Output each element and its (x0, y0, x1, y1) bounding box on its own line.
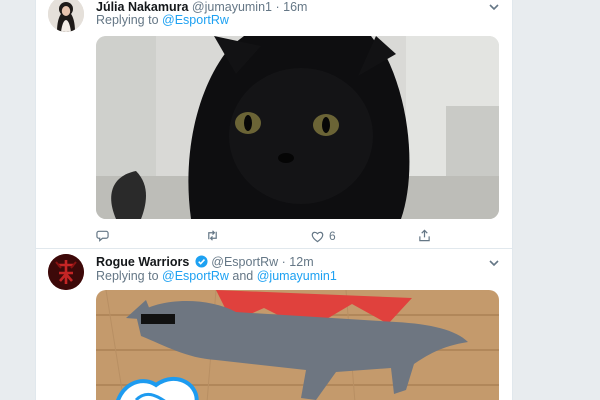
tweet-photo[interactable] (96, 290, 499, 400)
replying-to: Replying to @EsportRw (96, 13, 229, 27)
replying-to-label: Replying to (96, 13, 159, 27)
separator: · (281, 255, 286, 269)
display-name[interactable]: Rogue Warriors (96, 255, 189, 269)
avatar[interactable] (48, 0, 84, 32)
display-name[interactable]: Júlia Nakamura (96, 0, 188, 14)
tweet-photo[interactable] (96, 36, 499, 219)
mention-link[interactable]: @EsportRw (162, 269, 229, 283)
heart-icon (311, 231, 324, 242)
reply-icon (96, 230, 109, 242)
avatar[interactable] (48, 254, 84, 290)
tweet-actions: 6 (96, 229, 476, 245)
mention-link[interactable]: @EsportRw (162, 13, 229, 27)
share-icon (419, 229, 430, 242)
separator: · (275, 0, 280, 14)
replying-to: Replying to @EsportRw and @jumayumin1 (96, 269, 337, 283)
retweet-icon (208, 230, 217, 241)
tweet[interactable]: Rogue Warriors @EsportRw · 12m Replying … (36, 249, 512, 400)
black-cat-photo-icon (96, 36, 499, 219)
mention-link-2[interactable]: @jumayumin1 (257, 269, 337, 283)
chevron-down-icon[interactable] (488, 1, 500, 13)
retweet-button[interactable] (206, 229, 224, 242)
like-count: 6 (329, 229, 336, 243)
timeline: Júlia Nakamura @jumayumin1 · 16m Replyin… (35, 0, 513, 400)
tweet[interactable]: Júlia Nakamura @jumayumin1 · 16m Replyin… (36, 0, 512, 249)
reply-and: and (232, 269, 254, 283)
grey-cat-photo-icon (96, 290, 499, 400)
handle[interactable]: @jumayumin1 (192, 0, 272, 14)
replying-to-label: Replying to (96, 269, 159, 283)
share-button[interactable] (418, 229, 431, 242)
like-button[interactable]: 6 (311, 229, 336, 243)
chevron-down-icon[interactable] (488, 257, 500, 269)
reply-button[interactable] (96, 229, 114, 242)
tweet-header: Rogue Warriors @EsportRw · 12m (96, 254, 314, 270)
timestamp[interactable]: 16m (283, 0, 307, 14)
handle[interactable]: @EsportRw (211, 255, 278, 269)
verified-badge-icon (195, 255, 208, 268)
timestamp[interactable]: 12m (289, 255, 313, 269)
